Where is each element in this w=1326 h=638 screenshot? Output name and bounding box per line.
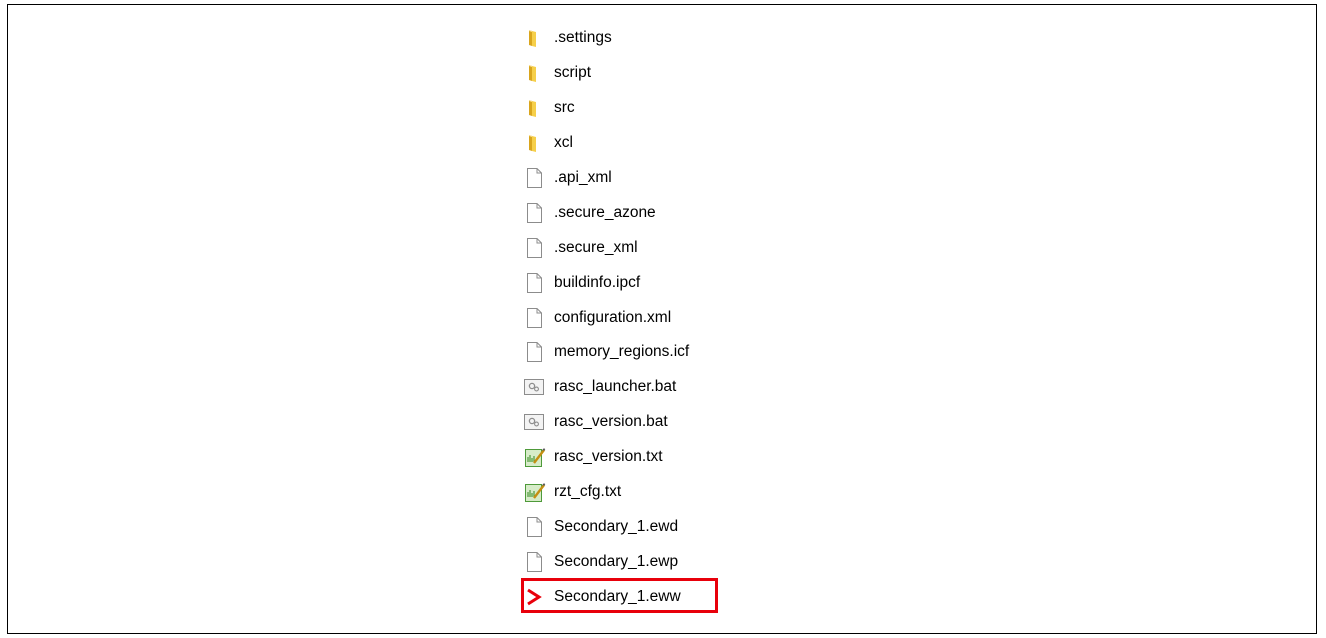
blank-file-icon [522,236,546,260]
file-name-label: xcl [554,134,573,152]
file-name-label: .settings [554,29,612,47]
blank-file-icon [522,550,546,574]
file-name-label: .secure_azone [554,203,656,221]
file-name-label: Secondary_1.ewd [554,517,679,535]
folder-item[interactable]: src [514,91,774,126]
file-item[interactable]: .secure_xml [514,230,774,265]
file-name-label: memory_regions.icf [554,343,690,361]
file-name-label: buildinfo.ipcf [554,273,641,291]
blank-file-icon [522,306,546,330]
file-item[interactable]: memory_regions.icf [514,335,774,370]
file-item[interactable]: .api_xml [514,161,774,196]
file-list: .settings script src xcl .api_xml .secure_azo… [514,21,774,614]
file-item[interactable]: Secondary_1.eww [514,579,774,614]
file-item[interactable]: rasc_launcher.bat [514,370,774,405]
iar-workspace-icon [522,585,546,609]
file-item[interactable]: Secondary_1.ewd [514,509,774,544]
file-item[interactable]: .secure_azone [514,195,774,230]
file-name-label: rasc_version.txt [554,448,663,466]
file-item[interactable]: buildinfo.ipcf [514,265,774,300]
file-name-label: .secure_xml [554,238,638,256]
blank-file-icon [522,515,546,539]
text-file-icon [522,445,546,469]
file-item[interactable]: Secondary_1.ewp [514,544,774,579]
batch-file-icon [522,375,546,399]
batch-file-icon [522,410,546,434]
blank-file-icon [522,271,546,295]
file-name-label: Secondary_1.eww [554,587,681,605]
file-name-label: rasc_version.bat [554,413,668,431]
file-item[interactable]: rasc_version.bat [514,405,774,440]
folder-item[interactable]: .settings [514,21,774,56]
folder-icon [522,26,546,50]
folder-item[interactable]: xcl [514,126,774,161]
folder-icon [522,96,546,120]
file-name-label: configuration.xml [554,308,672,326]
folder-icon [522,131,546,155]
blank-file-icon [522,201,546,225]
file-item[interactable]: configuration.xml [514,300,774,335]
file-name-label: script [554,64,592,82]
file-name-label: rzt_cfg.txt [554,483,622,501]
file-item[interactable]: rzt_cfg.txt [514,475,774,510]
file-name-label: src [554,99,575,117]
blank-file-icon [522,166,546,190]
file-name-label: .api_xml [554,169,612,186]
blank-file-icon [522,340,546,364]
file-name-label: Secondary_1.ewp [554,552,679,570]
folder-icon [522,61,546,85]
folder-item[interactable]: script [514,56,774,91]
file-name-label: rasc_launcher.bat [554,378,677,396]
file-item[interactable]: rasc_version.txt [514,440,774,475]
text-file-icon [522,480,546,504]
